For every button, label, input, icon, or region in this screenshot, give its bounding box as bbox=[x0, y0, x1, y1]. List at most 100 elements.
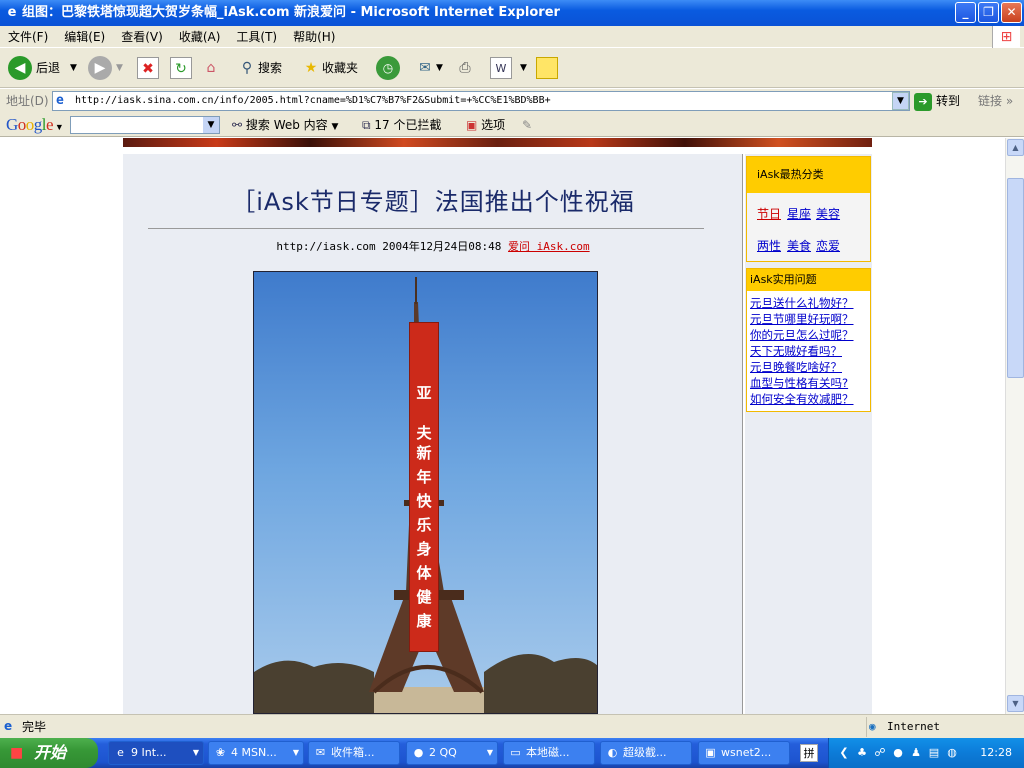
category-love[interactable]: 恋爱 bbox=[816, 237, 840, 254]
question-link[interactable]: 元旦送什么礼物好？ bbox=[750, 295, 854, 311]
scroll-up-icon[interactable]: ▲ bbox=[1007, 139, 1024, 156]
task-label: 9 Int... bbox=[131, 746, 167, 759]
links-label: 链接 bbox=[978, 94, 1003, 108]
task-label: 4 MSN... bbox=[231, 746, 277, 759]
history-icon: ◷ bbox=[376, 56, 400, 80]
clock: 12:28 bbox=[980, 746, 1012, 759]
search-button[interactable]: ⚲ 搜索 bbox=[236, 54, 282, 82]
tray-globe-icon[interactable]: ◍ bbox=[945, 746, 959, 760]
tray-arrow-icon[interactable]: ❮ bbox=[837, 746, 851, 760]
favorites-button[interactable]: ★ 收藏夹 bbox=[300, 54, 358, 82]
question-link[interactable]: 血型与性格有关吗? bbox=[750, 375, 848, 391]
zone-label: Internet bbox=[887, 720, 940, 733]
vertical-scrollbar[interactable]: ▲ ▼ bbox=[1005, 138, 1024, 714]
task-group-arrow-icon: ▼ bbox=[486, 748, 493, 757]
banner-text: 亚夫新年快乐身体健康 bbox=[409, 382, 439, 632]
task-screenshot-tool[interactable]: ◐ 超级截... bbox=[600, 741, 692, 765]
menu-tools[interactable]: 工具(T) bbox=[228, 26, 285, 48]
forward-dropdown-icon[interactable]: ▼ bbox=[116, 54, 123, 82]
status-bar: e 完毕 ◉ Internet bbox=[0, 714, 1024, 738]
menu-help[interactable]: 帮助(H) bbox=[285, 26, 343, 48]
tray-network-icon[interactable]: ☍ bbox=[873, 746, 887, 760]
task-local-disk[interactable]: ▭ 本地磁... bbox=[503, 741, 595, 765]
scroll-down-icon[interactable]: ▼ bbox=[1007, 695, 1024, 712]
google-options-button[interactable]: ▣ 选项 bbox=[466, 113, 505, 137]
task-inbox[interactable]: ✉ 收件箱... bbox=[308, 741, 400, 765]
scroll-thumb[interactable] bbox=[1007, 178, 1024, 378]
byline-link[interactable]: 爱问 iAsk.com bbox=[508, 240, 590, 253]
banner-character: 新 bbox=[416, 444, 432, 462]
google-logo[interactable]: Google ▼ bbox=[6, 115, 64, 137]
options-icon: ▣ bbox=[466, 118, 478, 132]
messenger-button[interactable] bbox=[536, 54, 558, 82]
google-search-web-button[interactable]: ⚯ 搜索 Web 内容 ▼ bbox=[232, 113, 338, 139]
ie-task-icon: e bbox=[117, 746, 124, 759]
menu-view[interactable]: 查看(V) bbox=[113, 26, 171, 48]
task-msn[interactable]: ❀ 4 MSN... ▼ bbox=[208, 741, 304, 765]
forward-button[interactable]: ▶ ▼ bbox=[88, 54, 123, 82]
address-input[interactable]: e http://iask.sina.com.cn/info/2005.html… bbox=[52, 91, 910, 111]
mail-button[interactable]: ✉ ▼ bbox=[414, 54, 443, 82]
question-link[interactable]: 你的元旦怎么过呢？ bbox=[750, 327, 854, 343]
tray-display-icon[interactable]: ▤ bbox=[927, 746, 941, 760]
task-group-arrow-icon: ▼ bbox=[292, 748, 299, 757]
minimize-button[interactable]: _ bbox=[955, 2, 976, 23]
highlight-pen-icon[interactable]: ✎ bbox=[522, 113, 532, 137]
window-title-bar[interactable]: e 组图：巴黎铁塔惊现超大贺岁条幅_iAsk.com 新浪爱问 - Micros… bbox=[0, 0, 1024, 26]
links-button[interactable]: 链接 » bbox=[978, 89, 1013, 113]
category-horoscope[interactable]: 星座 bbox=[787, 205, 811, 222]
stop-button[interactable]: ✖ bbox=[137, 54, 159, 82]
category-beauty[interactable]: 美容 bbox=[816, 205, 840, 222]
menu-edit[interactable]: 编辑(E) bbox=[56, 26, 113, 48]
category-relationships[interactable]: 两性 bbox=[757, 237, 781, 254]
ime-indicator-icon[interactable]: 拼 bbox=[800, 744, 818, 762]
task-label: 2 QQ bbox=[429, 746, 457, 759]
hot-categories-box: iAsk最热分类 节日 星座 美容 两性 美食 恋爱 bbox=[746, 156, 871, 262]
article-main: ［iAsk节日专题］法国推出个性祝福 http://iask.com 2004年… bbox=[123, 154, 743, 714]
menu-file[interactable]: 文件(F) bbox=[0, 26, 56, 48]
mail-dropdown-icon[interactable]: ▼ bbox=[436, 54, 443, 82]
back-label: 后退 bbox=[36, 61, 61, 75]
google-search-dropdown-icon[interactable]: ▼ bbox=[203, 117, 219, 133]
question-link[interactable]: 元旦晚餐吃啥好？ bbox=[750, 359, 842, 375]
article-byline: http://iask.com 2004年12月24日08:48 爱问 iAsk… bbox=[123, 238, 743, 254]
category-food[interactable]: 美食 bbox=[787, 237, 811, 254]
google-search-input[interactable]: ▼ bbox=[70, 116, 220, 134]
question-link[interactable]: 天下无贼好看吗？ bbox=[750, 343, 842, 359]
close-button[interactable]: ✕ bbox=[1001, 2, 1022, 23]
print-button[interactable]: ⎙ bbox=[454, 54, 476, 82]
address-dropdown-icon[interactable]: ▼ bbox=[892, 92, 909, 110]
qq-icon: ● bbox=[413, 746, 424, 759]
task-wsnet[interactable]: ▣ wsnet2... bbox=[698, 741, 790, 765]
back-dropdown-icon[interactable]: ▼ bbox=[70, 54, 77, 82]
blocked-count-label: 17 个已拦截 bbox=[374, 118, 442, 132]
forward-arrow-icon: ▶ bbox=[88, 56, 112, 80]
menu-favorites[interactable]: 收藏(A) bbox=[171, 26, 229, 48]
home-button[interactable]: ⌂ bbox=[200, 54, 222, 82]
go-button[interactable]: ➔ 转到 bbox=[914, 89, 960, 113]
stop-icon: ✖ bbox=[137, 57, 159, 79]
question-link[interactable]: 如何安全有效减肥？ bbox=[750, 391, 854, 407]
category-festival[interactable]: 节日 bbox=[757, 205, 781, 222]
task-internet-explorer[interactable]: e 9 Int... ▼ bbox=[108, 741, 204, 765]
tray-qq-icon[interactable]: ● bbox=[891, 746, 905, 760]
tray-app-icon[interactable]: ♣ bbox=[855, 746, 869, 760]
edit-button[interactable]: W ▼ bbox=[490, 54, 527, 82]
article-title: ［iAsk节日专题］法国推出个性祝福 bbox=[231, 188, 635, 216]
popup-blocker-button[interactable]: ⧉ 17 个已拦截 bbox=[362, 113, 442, 137]
refresh-button[interactable]: ↻ bbox=[170, 54, 192, 82]
back-button[interactable]: ◀ 后退 ▼ bbox=[8, 54, 77, 82]
tray-messenger-icon[interactable]: ♟ bbox=[909, 746, 923, 760]
windows-flag-icon: ■ bbox=[10, 745, 24, 761]
task-qq[interactable]: ● 2 QQ ▼ bbox=[406, 741, 498, 765]
banner-character: 快 bbox=[416, 492, 432, 510]
history-button[interactable]: ◷ bbox=[376, 54, 404, 82]
question-link[interactable]: 元旦节哪里好玩啊？ bbox=[750, 311, 854, 327]
system-tray: ❮ ♣ ☍ ● ♟ ▤ ◍ 12:28 bbox=[828, 738, 1024, 768]
start-button[interactable]: ■ 开始 bbox=[0, 738, 98, 768]
maximize-button[interactable]: ❐ bbox=[978, 2, 999, 23]
eiffel-tower-photo: 亚夫新年快乐身体健康 bbox=[253, 271, 598, 714]
edit-dropdown-icon[interactable]: ▼ bbox=[520, 54, 527, 82]
address-bar: 地址(D) e http://iask.sina.com.cn/info/200… bbox=[0, 89, 1024, 113]
print-icon: ⎙ bbox=[459, 60, 471, 76]
